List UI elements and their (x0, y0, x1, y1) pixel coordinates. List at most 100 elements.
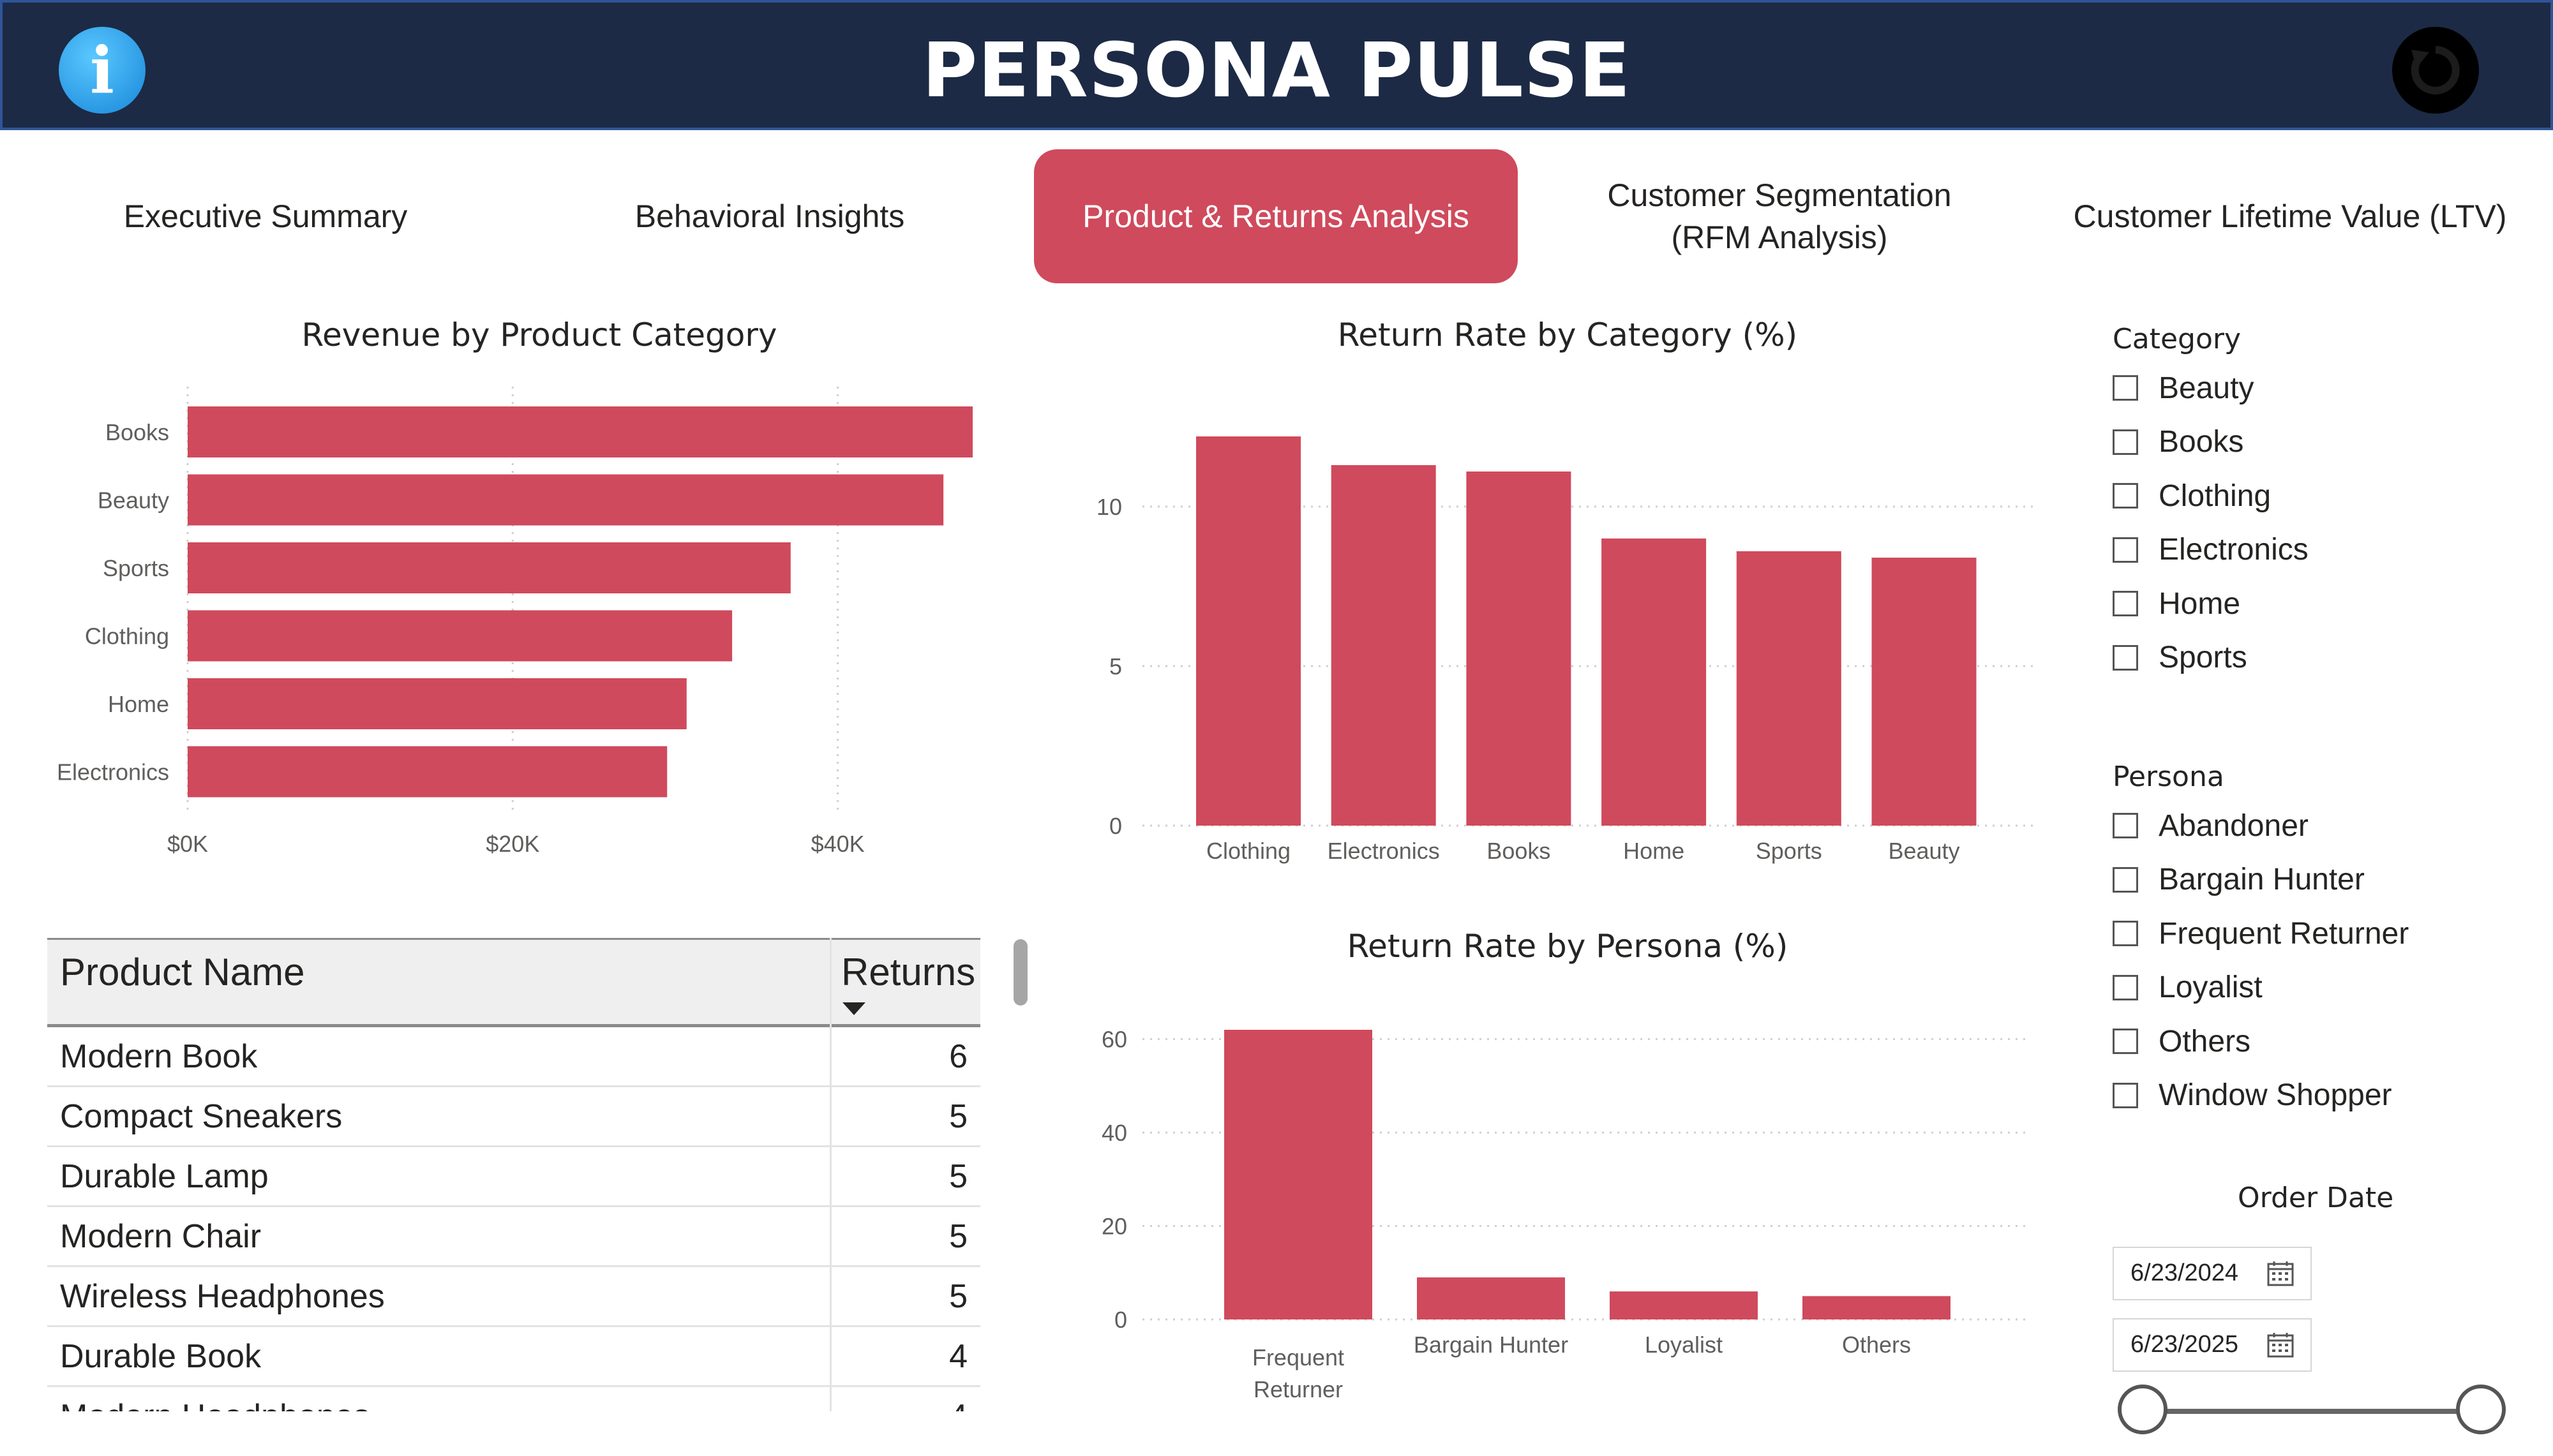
persona-option[interactable]: Others (2113, 1022, 2250, 1060)
returns-cell: 4 (949, 1338, 968, 1375)
sort-descending-icon[interactable] (841, 1001, 867, 1016)
bar[interactable] (1736, 551, 1841, 826)
bar[interactable] (1224, 1030, 1372, 1319)
date-range-start-handle[interactable] (2118, 1385, 2167, 1434)
bar[interactable] (1610, 1291, 1758, 1319)
checkbox[interactable] (2113, 537, 2138, 563)
tab-behavioral-insights[interactable]: Behavioral Insights (544, 149, 996, 283)
y-tick-label: Clothing (85, 623, 169, 650)
table-row[interactable]: Durable Book 4 (47, 1327, 980, 1387)
category-option[interactable]: Books (2113, 423, 2243, 461)
persona-option[interactable]: Loyalist (2113, 969, 2263, 1007)
checkbox[interactable] (2113, 974, 2138, 1000)
bar[interactable] (1466, 472, 1571, 826)
table-row[interactable]: Compact Sneakers 5 (47, 1087, 980, 1147)
category-option-label: Clothing (2159, 479, 2272, 513)
return-rate-persona-title: Return Rate by Persona (%) (1347, 928, 1788, 965)
x-tick-label: $0K (167, 831, 208, 857)
y-tick-label: 0 (1109, 813, 1122, 839)
table-row[interactable]: Durable Lamp 5 (47, 1147, 980, 1207)
return-rate-category-title: Return Rate by Category (%) (1337, 316, 1798, 353)
end-date-input[interactable]: 6/23/2025 (2113, 1318, 2312, 1372)
date-range-end-handle[interactable] (2456, 1385, 2506, 1434)
bar[interactable] (188, 542, 791, 593)
column-header-product-name[interactable]: Product Name (60, 950, 305, 994)
table-row[interactable]: Modern Chair 5 (47, 1207, 980, 1267)
checkbox[interactable] (2113, 921, 2138, 946)
x-tick-label: Frequent (1252, 1344, 1344, 1371)
tab-customer-ltv[interactable]: Customer Lifetime Value (LTV) (2054, 149, 2526, 283)
tab-executive-summary[interactable]: Executive Summary (41, 149, 490, 283)
checkbox[interactable] (2113, 813, 2138, 838)
tab-label: Product & Returns Analysis (1082, 198, 1469, 234)
bar[interactable] (188, 678, 687, 729)
category-option-label: Home (2159, 586, 2241, 621)
category-option-label: Sports (2159, 641, 2247, 674)
info-button[interactable]: i (59, 27, 146, 114)
tab-product-returns-analysis[interactable]: Product & Returns Analysis (1034, 149, 1518, 283)
category-option[interactable]: Electronics (2113, 531, 2309, 569)
checkbox[interactable] (2113, 1082, 2138, 1108)
bar[interactable] (1417, 1277, 1565, 1319)
category-option[interactable]: Beauty (2113, 369, 2254, 407)
x-tick-label: $40K (811, 831, 865, 857)
checkbox[interactable] (2113, 375, 2138, 401)
category-option[interactable]: Clothing (2113, 477, 2271, 515)
table-row[interactable]: Modern Book 6 (47, 1027, 980, 1087)
start-date-value: 6/23/2024 (2130, 1259, 2239, 1286)
table-row[interactable]: Modern Headphones 4 (47, 1387, 980, 1411)
x-tick-label: $20K (486, 831, 539, 857)
y-tick-label: 40 (1102, 1120, 1127, 1146)
bar[interactable] (188, 746, 668, 798)
bar[interactable] (1802, 1296, 1950, 1319)
checkbox[interactable] (2113, 429, 2138, 455)
persona-option[interactable]: Bargain Hunter (2113, 861, 2365, 899)
checkbox[interactable] (2113, 483, 2138, 509)
persona-option[interactable]: Frequent Returner (2113, 914, 2409, 953)
persona-option[interactable]: Window Shopper (2113, 1076, 2392, 1115)
calendar-icon[interactable] (2267, 1332, 2294, 1358)
tab-customer-segmentation[interactable]: Customer Segmentation (RFM Analysis) (1543, 149, 2016, 283)
returns-cell: 5 (949, 1098, 968, 1135)
checkbox[interactable] (2113, 591, 2138, 616)
y-tick-label: 60 (1102, 1027, 1127, 1053)
table-row[interactable]: Wireless Headphones 5 (47, 1267, 980, 1327)
bar[interactable] (1871, 558, 1977, 826)
bar[interactable] (1601, 539, 1707, 826)
product-name-cell: Compact Sneakers (60, 1098, 343, 1135)
end-date-value: 6/23/2025 (2130, 1331, 2239, 1358)
date-range-slider-track[interactable] (2142, 1409, 2480, 1414)
returns-cell: 5 (949, 1278, 968, 1315)
x-tick-label: Electronics (1328, 838, 1440, 864)
checkbox[interactable] (2113, 866, 2138, 893)
table-header: Product Name Returns (47, 938, 980, 1027)
persona-option-label: Abandoner (2159, 808, 2309, 843)
start-date-input[interactable]: 6/23/2024 (2113, 1247, 2312, 1300)
checkbox[interactable] (2113, 644, 2138, 671)
category-option-label: Electronics (2159, 533, 2309, 567)
bar[interactable] (1331, 465, 1436, 826)
refresh-button[interactable] (2392, 27, 2479, 114)
table-scrollbar[interactable] (1014, 939, 1028, 1006)
category-option[interactable]: Sports (2113, 639, 2247, 677)
bar[interactable] (188, 406, 973, 457)
persona-option-label: Loyalist (2159, 970, 2263, 1004)
bar[interactable] (188, 474, 944, 526)
persona-option-label: Others (2159, 1024, 2251, 1059)
x-tick-label: Clothing (1206, 838, 1291, 864)
y-tick-label: Home (108, 691, 169, 717)
product-name-cell: Durable Book (60, 1338, 262, 1375)
calendar-icon[interactable] (2267, 1261, 2294, 1286)
tab-label: Executive Summary (123, 198, 408, 234)
return-rate-by-category-chart: 0 5 10 Clothing Electronics Books Home Sports Be… (1097, 436, 2036, 864)
tab-label: Customer Lifetime Value (LTV) (2073, 198, 2507, 234)
column-header-returns[interactable]: Returns (841, 950, 975, 994)
category-option[interactable]: Home (2113, 584, 2240, 623)
bar[interactable] (1196, 436, 1301, 826)
y-tick-label: 5 (1109, 653, 1122, 680)
persona-option[interactable]: Abandoner (2113, 806, 2309, 845)
checkbox[interactable] (2113, 1029, 2138, 1054)
returns-cell: 5 (949, 1218, 968, 1255)
revenue-by-category-chart: $0K $20K $40K Books Beauty Sports Clothing Home… (57, 387, 973, 857)
bar[interactable] (188, 610, 733, 662)
